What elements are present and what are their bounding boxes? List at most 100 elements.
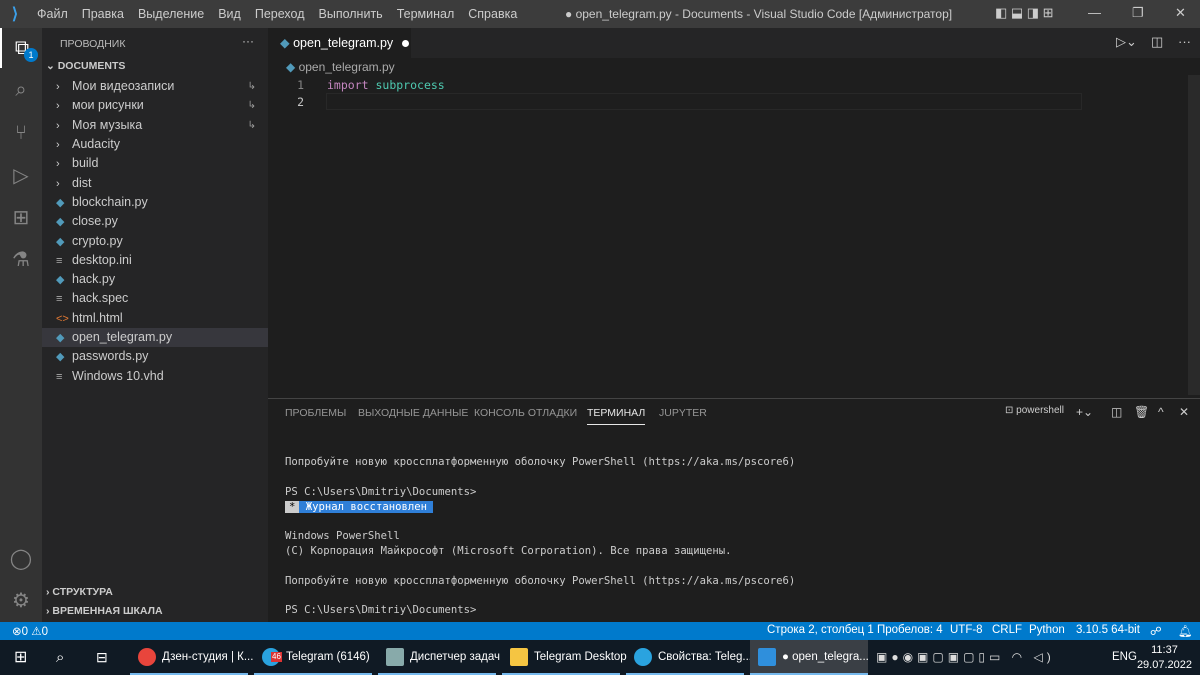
outline-section[interactable]: › СТРУКТУРА bbox=[46, 586, 113, 598]
extensions-icon[interactable]: ⊞ bbox=[0, 197, 42, 237]
feedback-icon[interactable]: ☍ bbox=[1150, 624, 1162, 638]
menu-selection[interactable]: Выделение bbox=[131, 7, 211, 21]
account-icon[interactable]: ◯ bbox=[0, 538, 42, 578]
close-button[interactable]: ✕ bbox=[1175, 5, 1186, 21]
window-title: ● open_telegram.py - Documents - Visual … bbox=[565, 7, 953, 21]
cursor-position[interactable]: Строка 2, столбец 1 bbox=[767, 624, 874, 636]
indentation[interactable]: Пробелов: 4 bbox=[877, 624, 943, 636]
tab-debug-console[interactable]: КОНСОЛЬ ОТЛАДКИ bbox=[474, 407, 577, 419]
tree-item[interactable]: ◆ close.py bbox=[42, 212, 268, 231]
menu-edit[interactable]: Правка bbox=[75, 7, 131, 21]
tab-output[interactable]: ВЫХОДНЫЕ ДАННЫЕ bbox=[358, 407, 468, 419]
clock[interactable]: 11:37 29.07.2022 bbox=[1137, 643, 1192, 673]
notifications-bell-icon[interactable]: 🔔︎ bbox=[1178, 624, 1193, 638]
minimize-button[interactable]: — bbox=[1088, 5, 1101, 20]
tab-jupyter[interactable]: JUPYTER bbox=[659, 407, 707, 419]
chevron-right-icon: › bbox=[56, 178, 60, 190]
menu-run[interactable]: Выполнить bbox=[312, 7, 390, 21]
status-bar: ⊗0 ⚠0 Строка 2, столбец 1 Пробелов: 4 UT… bbox=[0, 622, 1200, 640]
unsaved-dot-icon[interactable] bbox=[402, 40, 410, 48]
maximize-button[interactable]: ❐ bbox=[1132, 5, 1144, 21]
python-file-icon: ◆ bbox=[56, 351, 65, 363]
new-terminal-icon[interactable]: +⌄ bbox=[1076, 405, 1093, 419]
explorer-icon[interactable]: ⧉ 1 bbox=[0, 28, 42, 68]
language-mode[interactable]: Python bbox=[1029, 624, 1065, 636]
run-file-icon[interactable]: ▷⌄ bbox=[1116, 34, 1137, 50]
source-control-icon[interactable]: ⑂ bbox=[0, 113, 42, 153]
maximize-panel-icon[interactable]: ^ bbox=[1158, 405, 1164, 419]
system-tray-icons[interactable]: ▣●◉▣▢▣▢▯▭ ◠ ◁) bbox=[876, 640, 1055, 675]
tree-item[interactable]: <> html.html bbox=[42, 309, 268, 328]
item-label: Мои видеозаписи bbox=[72, 79, 175, 93]
python-file-icon: ◆ bbox=[280, 36, 290, 50]
item-label: hack.spec bbox=[72, 291, 129, 305]
taskbar-app-vscode[interactable]: ● open_telegra... bbox=[750, 640, 869, 675]
editor-area[interactable]: ◆ open_telegram.py ▷⌄ ◫ ··· ◆ open_teleg… bbox=[268, 28, 1200, 398]
taskbar-app-chrome[interactable]: Дзен-студия | К... bbox=[130, 640, 253, 675]
tab-open-telegram[interactable]: ◆ open_telegram.py bbox=[268, 28, 411, 58]
tree-item[interactable]: ≡ hack.spec bbox=[42, 289, 268, 308]
terminal-prompt[interactable]: PS C:\Users\Dmitriy\Documents> bbox=[285, 604, 476, 616]
menu-go[interactable]: Переход bbox=[248, 7, 312, 21]
tree-item[interactable]: › dist bbox=[42, 174, 268, 193]
tree-item[interactable]: ◆ crypto.py bbox=[42, 232, 268, 251]
telegram-icon bbox=[634, 647, 652, 666]
current-line-highlight bbox=[326, 93, 1082, 110]
tree-item[interactable]: › Моя музыка ↳ bbox=[42, 116, 268, 135]
run-debug-icon[interactable]: ▷ bbox=[0, 155, 42, 195]
item-label: passwords.py bbox=[72, 349, 149, 363]
encoding[interactable]: UTF-8 bbox=[950, 624, 983, 636]
input-language[interactable]: ENG bbox=[1112, 640, 1137, 675]
tree-item[interactable]: ◆ blockchain.py bbox=[42, 193, 268, 212]
trash-icon[interactable]: 🗑 bbox=[1134, 405, 1149, 419]
layout-toggle-icon[interactable]: ◧ ⬓ ◨ ⊞ bbox=[995, 5, 1054, 21]
windows-start-icon[interactable]: ⊞ bbox=[14, 640, 27, 675]
tree-item[interactable]: › мои рисунки ↳ bbox=[42, 96, 268, 115]
menu-terminal[interactable]: Терминал bbox=[390, 7, 462, 21]
search-icon[interactable]: ⌕ bbox=[0, 70, 42, 110]
chrome-icon bbox=[138, 647, 156, 666]
menu-file[interactable]: Файл bbox=[30, 7, 75, 21]
terminal-selector[interactable]: ⊡ powershell bbox=[1005, 405, 1064, 416]
menu-view[interactable]: Вид bbox=[211, 7, 248, 21]
line-ending[interactable]: CRLF bbox=[992, 624, 1022, 636]
tab-terminal[interactable]: ТЕРМИНАЛ bbox=[587, 407, 646, 425]
tree-item-selected[interactable]: ◆ open_telegram.py bbox=[42, 328, 268, 347]
split-editor-icon[interactable]: ◫ bbox=[1151, 34, 1163, 50]
split-terminal-icon[interactable]: ◫ bbox=[1111, 405, 1122, 419]
item-label: blockchain.py bbox=[72, 195, 148, 209]
tree-item[interactable]: ≡ desktop.ini bbox=[42, 251, 268, 270]
timeline-label: ВРЕМЕННАЯ ШКАЛА bbox=[52, 605, 163, 617]
tree-item[interactable]: ◆ hack.py bbox=[42, 270, 268, 289]
taskbar-app-properties[interactable]: Свойства: Teleg... bbox=[626, 640, 752, 675]
line-number: 2 bbox=[297, 95, 304, 109]
breadcrumb[interactable]: ◆ open_telegram.py bbox=[286, 60, 395, 74]
taskbar-app-task-manager[interactable]: Диспетчер задач bbox=[378, 640, 500, 675]
tab-label: open_telegram.py bbox=[293, 36, 394, 50]
more-actions-icon[interactable]: ··· bbox=[1178, 34, 1191, 49]
tree-item[interactable]: ◆ passwords.py bbox=[42, 347, 268, 366]
tree-item[interactable]: › Audacity bbox=[42, 135, 268, 154]
close-panel-icon[interactable]: ✕ bbox=[1179, 405, 1189, 419]
taskbar-app-telegram[interactable]: Telegram (6146) 46 bbox=[254, 640, 372, 675]
problems-indicator[interactable]: ⊗0 ⚠0 bbox=[12, 624, 48, 638]
tab-problems[interactable]: ПРОБЛЕМЫ bbox=[285, 407, 346, 419]
tree-item[interactable]: ≡ Windows 10.vhd bbox=[42, 367, 268, 386]
error-count: 0 bbox=[21, 626, 29, 638]
python-interpreter[interactable]: 3.10.5 64-bit bbox=[1076, 624, 1140, 636]
task-view-icon[interactable]: ⊟ bbox=[96, 640, 108, 675]
search-icon[interactable]: ⌕ bbox=[56, 640, 64, 675]
more-actions-button[interactable]: ··· bbox=[242, 34, 254, 48]
testing-icon[interactable]: ⚗ bbox=[0, 239, 42, 279]
menu-help[interactable]: Справка bbox=[461, 7, 524, 21]
taskbar-app-explorer[interactable]: Telegram Desktop bbox=[502, 640, 627, 675]
tree-item[interactable]: › build bbox=[42, 154, 268, 173]
folder-documents[interactable]: ⌄ DOCUMENTS bbox=[46, 60, 125, 72]
editor-scrollbar[interactable] bbox=[1188, 75, 1200, 395]
timeline-section[interactable]: › ВРЕМЕННАЯ ШКАЛА bbox=[46, 605, 163, 617]
windows-taskbar: ⊞ ⌕ ⊟ Дзен-студия | К... Telegram (6146)… bbox=[0, 640, 1200, 675]
app-label: Telegram Desktop bbox=[534, 651, 627, 663]
clock-date: 29.07.2022 bbox=[1136, 659, 1192, 671]
settings-gear-icon[interactable]: ⚙ bbox=[0, 580, 42, 620]
tree-item[interactable]: › Мои видеозаписи ↳ bbox=[42, 77, 268, 96]
